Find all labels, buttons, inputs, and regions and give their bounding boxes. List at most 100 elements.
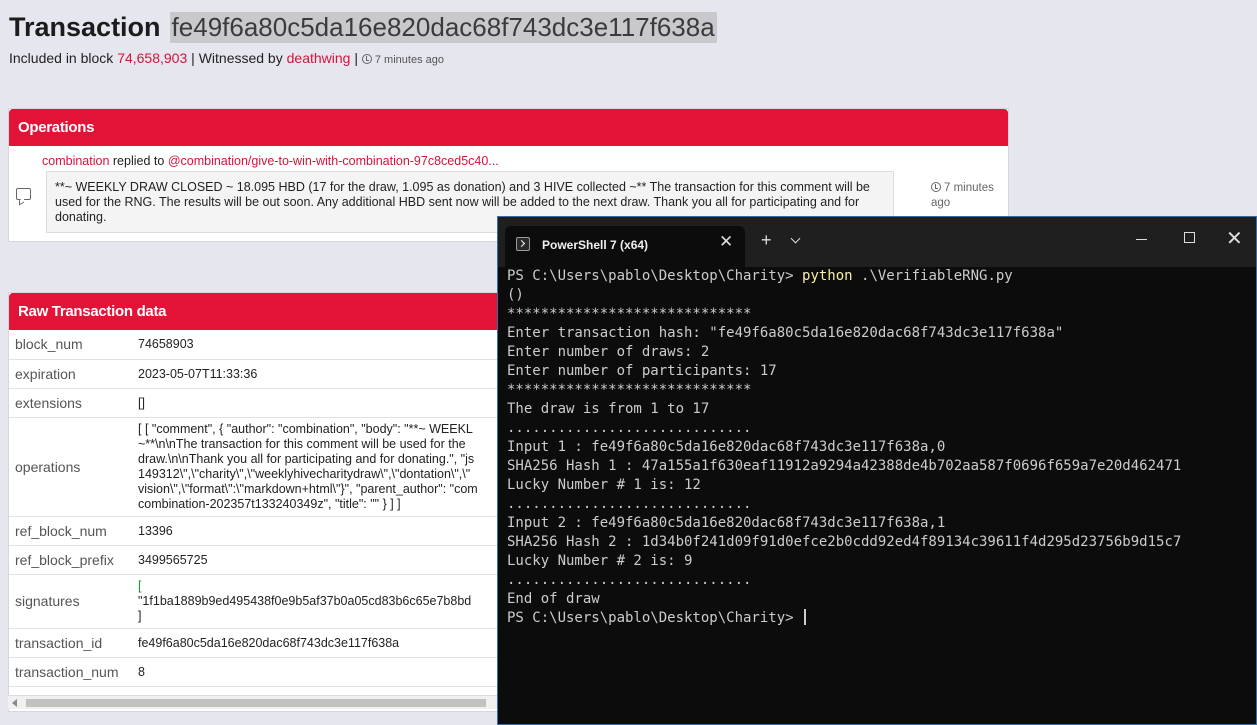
close-tab-icon[interactable]: ✕: [719, 232, 733, 252]
action-text: replied to: [112, 154, 165, 168]
row-value: 13396: [132, 516, 537, 546]
table-row: ref_block_num 13396: [9, 516, 537, 546]
new-tab-icon[interactable]: +: [761, 230, 772, 251]
row-value: 8: [132, 657, 537, 687]
operations-title: Operations: [9, 109, 1008, 146]
scrollbar-thumb[interactable]: [26, 699, 486, 707]
value-line: draw.\n\nThank you all for participating…: [138, 451, 475, 466]
tx-hash[interactable]: fe49f6a80c5da16e820dac68f743dc3e117f638a: [169, 12, 717, 43]
row-value-multiline: [ [ "comment", { "author": "combination"…: [132, 417, 537, 517]
row-key: signatures: [9, 574, 132, 629]
clock-icon: [931, 182, 941, 192]
terminal-tab[interactable]: PowerShell 7 (x64) ✕: [505, 226, 745, 267]
value-line: ~**\n\nThe transaction for this comment …: [138, 436, 466, 451]
row-value: []: [132, 388, 537, 418]
row-value: 2023-05-07T11:33:36: [132, 359, 537, 389]
table-row: ref_block_prefix 3499565725: [9, 545, 537, 575]
page-title: Transaction fe49f6a80c5da16e820dac68f743…: [9, 12, 717, 43]
separator: |: [191, 50, 195, 66]
value-line: vision\",\"format\":\"markdown+html\"}",…: [138, 481, 478, 496]
row-value: 74658903: [132, 330, 537, 360]
row-value: 3499565725: [132, 545, 537, 575]
terminal-line: (): [507, 287, 524, 303]
powershell-icon: [516, 237, 530, 251]
value-line: "1f1ba1889b9ed495438f0e9b5af37b0a05cd83b…: [138, 593, 472, 608]
comment-icon: [16, 188, 31, 200]
scroll-left-icon[interactable]: [12, 699, 17, 707]
terminal-line: Lucky Number # 1 is: 12: [507, 477, 701, 493]
terminal-line[interactable]: PS C:\Users\pablo\Desktop\Charity>: [507, 609, 1181, 628]
row-key: transaction_num: [9, 657, 132, 687]
value-line: 149312\",\"charity\",\"weeklyhivecharity…: [138, 466, 471, 481]
prompt-text: PS C:\Users\pablo\Desktop\Charity>: [507, 268, 803, 284]
terminal-window[interactable]: PowerShell 7 (x64) ✕ + ✕ PS C:\Users\pab…: [497, 216, 1257, 725]
terminal-titlebar[interactable]: PowerShell 7 (x64) ✕ + ✕: [498, 217, 1256, 267]
title-label: Transaction: [9, 12, 161, 42]
operation-summary: combination replied to @combination/give…: [42, 154, 499, 168]
table-row: expiration 2023-05-07T11:33:36: [9, 359, 537, 389]
tx-meta: Included in block 74,658,903 | Witnessed…: [9, 50, 717, 66]
tab-title: PowerShell 7 (x64): [542, 238, 649, 252]
witness-link[interactable]: deathwing: [287, 50, 351, 66]
row-key: ref_block_prefix: [9, 545, 132, 575]
terminal-line: *****************************: [507, 306, 752, 322]
terminal-line: Enter number of participants: 17: [507, 363, 777, 379]
terminal-line: Input 2 : fe49f6a80c5da16e820dac68f743dc…: [507, 515, 946, 531]
table-row: transaction_num 8: [9, 657, 537, 687]
raw-title: Raw Transaction data: [9, 293, 537, 330]
value-line: combination-202357t133240349z", "title":…: [138, 496, 401, 511]
clock-icon: [361, 54, 372, 64]
table-row: extensions []: [9, 388, 537, 418]
terminal-line: Lucky Number # 2 is: 9: [507, 553, 693, 569]
time-line-1: 7 minutes: [944, 182, 994, 194]
maximize-icon[interactable]: [1184, 232, 1195, 243]
row-value: fe49f6a80c5da16e820dac68f743dc3e117f638a: [132, 628, 537, 658]
terminal-line: .............................: [507, 572, 752, 588]
row-value-multiline: [ "1f1ba1889b9ed495438f0e9b5af37b0a05cd8…: [132, 574, 537, 629]
author-link[interactable]: combination: [42, 154, 109, 168]
value-line: ]: [138, 608, 142, 623]
row-key: transaction_id: [9, 628, 132, 658]
chevron-down-icon[interactable]: [790, 233, 801, 244]
minimize-icon[interactable]: [1136, 239, 1147, 240]
terminal-line: The draw is from 1 to 17: [507, 401, 710, 417]
terminal-line: SHA256 Hash 1 : 47a155a1f630eaf11912a929…: [507, 458, 1182, 474]
raw-table: block_num 74658903 expiration 2023-05-07…: [9, 330, 537, 687]
table-row: signatures [ "1f1ba1889b9ed495438f0e9b5a…: [9, 574, 537, 629]
witnessed-text: Witnessed by: [198, 50, 283, 66]
block-link[interactable]: 74,658,903: [117, 50, 187, 66]
time-ago: 7 minutes ago: [361, 54, 444, 66]
parent-link[interactable]: @combination/give-to-win-with-combinatio…: [168, 154, 499, 168]
time-line-2: ago: [931, 197, 951, 209]
command-text: python: [802, 268, 853, 284]
included-text: Included in block: [9, 50, 114, 66]
time-ago-text: 7 minutes ago: [374, 54, 444, 66]
terminal-line: SHA256 Hash 2 : 1d34b0f241d09f91d0efce2b…: [507, 534, 1182, 550]
row-key: operations: [9, 417, 132, 517]
terminal-output[interactable]: PS C:\Users\pablo\Desktop\Charity> pytho…: [507, 267, 1181, 628]
prompt-text: PS C:\Users\pablo\Desktop\Charity>: [507, 610, 803, 626]
terminal-line: .............................: [507, 496, 752, 512]
raw-transaction-card: Raw Transaction data block_num 74658903 …: [8, 292, 538, 712]
command-args: .\VerifiableRNG.py: [852, 268, 1013, 284]
row-key: expiration: [9, 359, 132, 389]
terminal-line: PS C:\Users\pablo\Desktop\Charity> pytho…: [507, 267, 1181, 286]
value-line: [: [138, 578, 142, 593]
close-window-icon[interactable]: ✕: [1226, 226, 1243, 251]
transaction-header: Transaction fe49f6a80c5da16e820dac68f743…: [9, 12, 717, 66]
row-key: extensions: [9, 388, 132, 418]
terminal-line: Enter transaction hash: "fe49f6a80c5da16…: [507, 325, 1064, 341]
separator: |: [354, 50, 358, 66]
terminal-line: .............................: [507, 420, 752, 436]
terminal-line: *****************************: [507, 382, 752, 398]
row-key: block_num: [9, 330, 132, 360]
horizontal-scrollbar[interactable]: [8, 695, 508, 709]
table-row: operations [ [ "comment", { "author": "c…: [9, 417, 537, 517]
operation-time: 7 minutes ago: [931, 181, 1006, 211]
row-key: ref_block_num: [9, 516, 132, 546]
table-row: block_num 74658903: [9, 330, 537, 360]
terminal-line: Input 1 : fe49f6a80c5da16e820dac68f743dc…: [507, 439, 946, 455]
value-line: [ [ "comment", { "author": "combination"…: [138, 421, 473, 436]
terminal-line: Enter number of draws: 2: [507, 344, 710, 360]
table-row: transaction_id fe49f6a80c5da16e820dac68f…: [9, 628, 537, 658]
